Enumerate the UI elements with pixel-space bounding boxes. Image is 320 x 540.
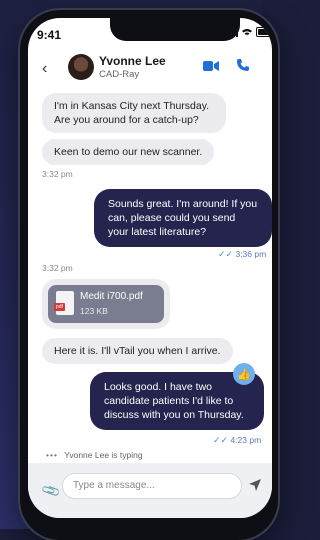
file-attachment[interactable]: pdf Medit i700.pdf 123 KB: [42, 279, 170, 329]
file-name: Medit i700.pdf: [80, 291, 143, 302]
message-bubble-outgoing[interactable]: Sounds great. I'm around! If you can, pl…: [94, 189, 272, 247]
pdf-badge: pdf: [54, 303, 65, 311]
battery-icon: [256, 27, 272, 37]
message-bubble-incoming[interactable]: Here it is. I'll vTail you when I arrive…: [42, 338, 233, 364]
read-receipt: ✓✓ 3:36 pm: [218, 249, 267, 259]
contact-company: CAD-Ray: [99, 69, 140, 80]
thumbs-up-icon[interactable]: 👍: [233, 363, 255, 385]
signal-icon: [227, 27, 238, 37]
file-size: 123 KB: [80, 306, 108, 316]
read-receipt: ✓✓ 4:23 pm: [213, 435, 262, 445]
typing-dots-icon: •••: [46, 450, 58, 460]
message-timestamp: 3:32 pm: [42, 169, 73, 179]
wifi-icon: [242, 28, 252, 36]
message-timestamp: 3:32 pm: [42, 263, 73, 273]
video-icon[interactable]: [203, 60, 219, 72]
message-bubble-incoming[interactable]: Keen to demo our new scanner.: [42, 139, 215, 165]
contact-name: Yvonne Lee: [99, 54, 166, 68]
double-check-icon: ✓✓: [213, 435, 229, 445]
avatar[interactable]: [68, 54, 94, 80]
message-input[interactable]: Type a message...: [62, 473, 242, 499]
chat-header: ‹ Yvonne Lee CAD-Ray: [28, 50, 272, 88]
chevron-left-icon[interactable]: ‹: [42, 60, 47, 78]
file-card[interactable]: pdf Medit i700.pdf 123 KB: [48, 285, 164, 323]
message-composer: 📎 Type a message...: [28, 463, 272, 518]
double-check-icon: ✓✓: [218, 249, 234, 259]
phone-icon[interactable]: [236, 58, 250, 72]
paperclip-icon[interactable]: 📎: [40, 480, 62, 502]
status-time: 9:41: [37, 28, 62, 42]
chat-screen: 9:41 ‹ Yvonne Lee CAD-Ray I'm in Kansas …: [28, 18, 272, 518]
status-icons: [227, 27, 272, 37]
pdf-file-icon: pdf: [54, 291, 74, 315]
send-icon[interactable]: [248, 478, 262, 492]
notch: [110, 18, 240, 41]
typing-indicator: ••• Yvonne Lee is typing: [46, 450, 143, 460]
message-bubble-incoming[interactable]: I'm in Kansas City next Thursday. Are yo…: [42, 93, 226, 133]
